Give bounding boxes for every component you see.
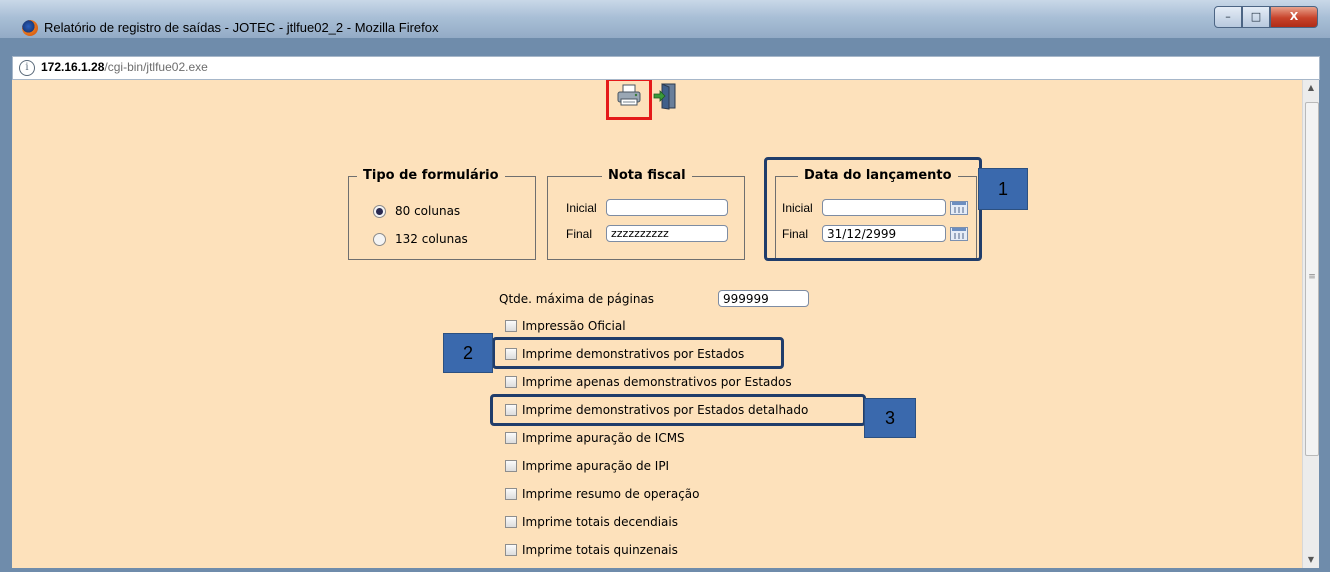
checkbox-impressao-oficial[interactable] — [505, 320, 517, 332]
label-impressao-oficial: Impressão Oficial — [522, 319, 626, 333]
radio-80-colunas[interactable] — [373, 205, 386, 218]
nota-fiscal-group: Nota fiscal Inicial Final — [547, 168, 745, 260]
scroll-grip-icon: ≡ — [1308, 272, 1316, 282]
nota-fiscal-final-input[interactable] — [606, 225, 728, 242]
label-totais-quinzenais: Imprime totais quinzenais — [522, 543, 678, 557]
label-132-colunas: 132 colunas — [395, 232, 468, 246]
url-path: /cgi-bin/jtlfue02.exe — [104, 60, 208, 74]
checkbox-apuracao-icms[interactable] — [505, 432, 517, 444]
nota-fiscal-legend: Nota fiscal — [602, 168, 692, 183]
checkbox-apenas-demonstrativos-estados[interactable] — [505, 376, 517, 388]
highlight-demonstrativos-estados — [492, 337, 784, 369]
radio-132-colunas[interactable] — [373, 233, 386, 246]
highlight-data-lancamento — [764, 157, 982, 261]
checkbox-totais-quinzenais[interactable] — [505, 544, 517, 556]
window-controls: – □ X — [1214, 6, 1318, 28]
badge-1: 1 — [978, 168, 1028, 210]
checkbox-apuracao-ipi[interactable] — [505, 460, 517, 472]
page-content: Tipo de formulário 80 colunas 132 coluna… — [12, 80, 1302, 568]
url-host: 172.16.1.28 — [41, 60, 105, 74]
url-text[interactable]: 172.16.1.28/cgi-bin/jtlfue02.exe — [41, 60, 208, 74]
tipo-formulario-legend: Tipo de formulário — [357, 168, 505, 183]
print-highlight — [606, 80, 652, 120]
scroll-thumb[interactable]: ≡ — [1305, 102, 1319, 456]
scroll-up-button[interactable]: ▲ — [1303, 82, 1319, 94]
label-apuracao-ipi: Imprime apuração de IPI — [522, 459, 670, 473]
site-info-icon[interactable]: i — [19, 60, 35, 76]
checkbox-totais-decendiais[interactable] — [505, 516, 517, 528]
qtde-maxima-input[interactable] — [718, 290, 809, 307]
label-apuracao-icms: Imprime apuração de ICMS — [522, 431, 685, 445]
nota-fiscal-inicial-label: Inicial — [566, 201, 597, 215]
firefox-icon — [22, 20, 38, 36]
scroll-down-button[interactable]: ▼ — [1303, 554, 1319, 566]
label-totais-decendiais: Imprime totais decendiais — [522, 515, 678, 529]
nota-fiscal-final-label: Final — [566, 227, 593, 241]
label-80-colunas: 80 colunas — [395, 204, 461, 218]
badge-2: 2 — [443, 333, 493, 373]
window-title: Relatório de registro de saídas - JOTEC … — [44, 20, 439, 35]
close-button[interactable]: X — [1270, 6, 1318, 28]
url-bar[interactable]: i 172.16.1.28/cgi-bin/jtlfue02.exe — [12, 56, 1320, 80]
tipo-formulario-group: Tipo de formulário 80 colunas 132 coluna… — [348, 168, 536, 260]
vertical-scrollbar[interactable]: ▲ ≡ ▼ — [1302, 80, 1319, 568]
qtde-maxima-label: Qtde. máxima de páginas — [499, 292, 655, 306]
label-resumo-operacao: Imprime resumo de operação — [522, 487, 700, 501]
label-apenas-demonstrativos-estados: Imprime apenas demonstrativos por Estado… — [522, 375, 792, 389]
checkbox-resumo-operacao[interactable] — [505, 488, 517, 500]
nota-fiscal-inicial-input[interactable] — [606, 199, 728, 216]
exit-door-icon[interactable] — [653, 82, 677, 110]
highlight-demonstrativos-estados-detalhado — [490, 394, 866, 426]
title-bar[interactable]: Relatório de registro de saídas - JOTEC … — [0, 0, 1330, 38]
minimize-button[interactable]: – — [1214, 6, 1242, 28]
browser-window: Relatório de registro de saídas - JOTEC … — [0, 0, 1330, 572]
maximize-button[interactable]: □ — [1242, 6, 1270, 28]
badge-3: 3 — [864, 398, 916, 438]
